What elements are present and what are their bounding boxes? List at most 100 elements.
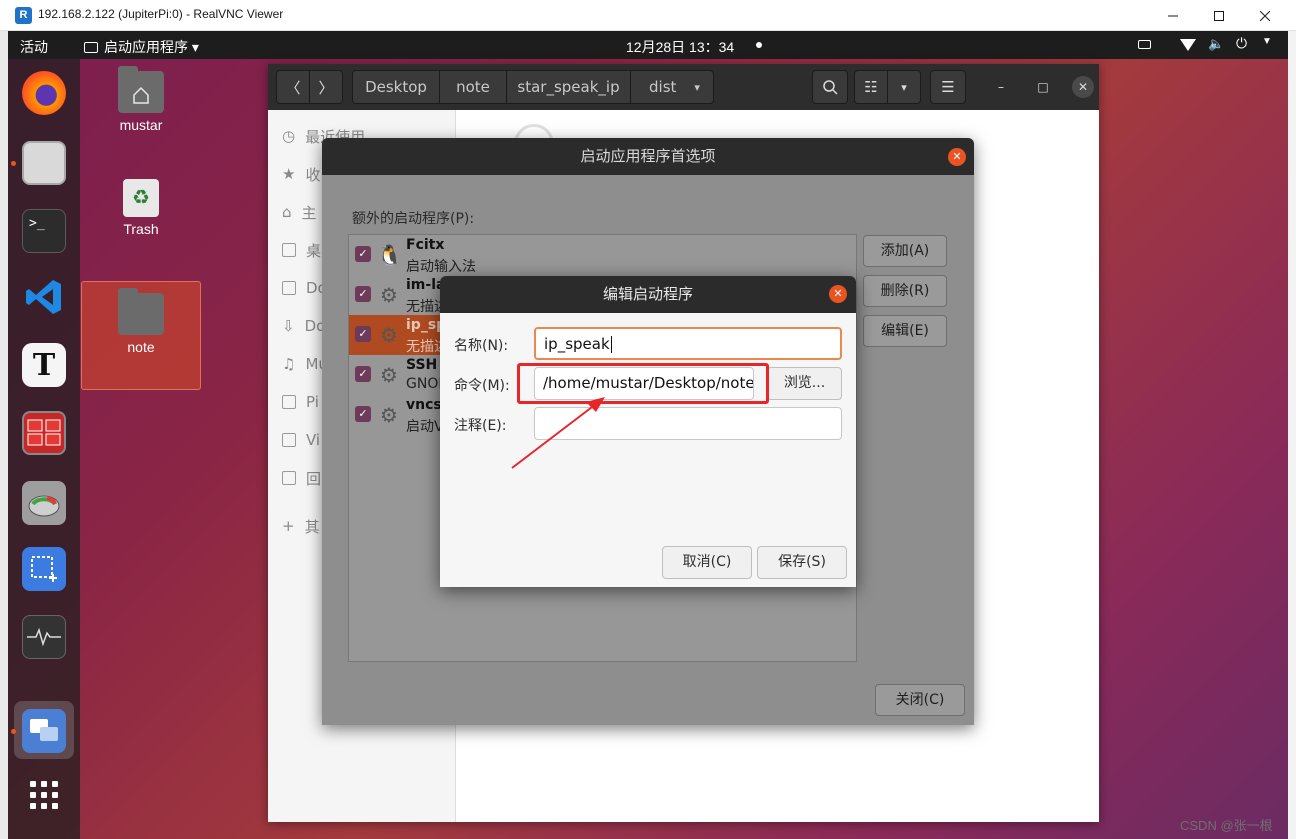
edit-close-button[interactable]: ✕ bbox=[829, 285, 847, 303]
downloads-icon: ⇩ bbox=[282, 317, 295, 335]
desktop-icon-note[interactable]: note bbox=[82, 288, 200, 355]
remote-desktop-icon[interactable] bbox=[22, 411, 66, 455]
music-icon: ♫ bbox=[282, 355, 296, 373]
close-icon: ✕ bbox=[1077, 80, 1089, 94]
activity-line bbox=[27, 627, 61, 647]
running-indicator bbox=[11, 161, 16, 166]
save-button[interactable]: 保存(S) bbox=[757, 546, 847, 579]
system-monitor-icon[interactable] bbox=[22, 615, 66, 659]
add-button[interactable]: 添加(A) bbox=[863, 235, 947, 267]
breadcrumb-dist[interactable]: dist ▾ bbox=[630, 70, 714, 104]
menu-button[interactable]: ☰ bbox=[930, 70, 966, 104]
breadcrumb-note[interactable]: note bbox=[439, 70, 507, 104]
files-headerbar: 〈 〉 Desktop note star_speak_ip dist ▾ ☷ … bbox=[268, 64, 1099, 110]
annotation-highlight-box bbox=[517, 363, 769, 404]
sidebar-item-label: 主 bbox=[301, 203, 317, 222]
name-field[interactable]: ip_speak bbox=[534, 327, 842, 360]
sidebar-item-other-locations[interactable]: + 其 bbox=[282, 516, 320, 536]
sidebar-item-trash[interactable]: 回 bbox=[282, 468, 321, 488]
apps-grid-icon[interactable] bbox=[22, 773, 66, 817]
sidebar-item-label: Pi bbox=[306, 393, 319, 411]
files-icon[interactable] bbox=[22, 141, 66, 185]
browse-button[interactable]: 浏览... bbox=[767, 367, 842, 400]
plus-icon: + bbox=[282, 517, 295, 535]
background-window-edge bbox=[0, 31, 8, 839]
app-menu[interactable]: 启动应用程序 ▾ bbox=[84, 37, 199, 57]
enable-checkbox[interactable]: ✓ bbox=[355, 326, 371, 342]
vnc-windows bbox=[30, 719, 58, 741]
back-button[interactable]: 〈 bbox=[276, 70, 310, 104]
typora-icon[interactable]: T bbox=[22, 343, 66, 387]
desktop-icon bbox=[282, 243, 296, 257]
desktop-icon-label: mustar bbox=[119, 117, 163, 133]
window-close-button[interactable]: ✕ bbox=[1072, 76, 1094, 98]
vnc-icon[interactable] bbox=[22, 709, 66, 753]
program-description: 启动V bbox=[406, 419, 444, 435]
sidebar-item-pictures[interactable]: Pi bbox=[282, 392, 319, 412]
selection-rect bbox=[31, 556, 57, 582]
window-maximize-button[interactable]: □ bbox=[1032, 76, 1054, 98]
remove-button[interactable]: 删除(R) bbox=[863, 275, 947, 307]
enable-checkbox[interactable]: ✓ bbox=[355, 286, 371, 302]
prefs-close-button[interactable]: ✕ bbox=[948, 148, 966, 166]
cancel-button[interactable]: 取消(C) bbox=[662, 546, 752, 579]
enable-checkbox[interactable]: ✓ bbox=[355, 366, 371, 382]
vnc-window-titlebar: R 192.168.2.122 (JupiterPi:0) - RealVNC … bbox=[0, 0, 1296, 31]
gears-icon: ⚙ bbox=[380, 403, 398, 427]
view-toggle-button[interactable]: ☷ bbox=[854, 70, 888, 104]
desktop-icon-label: note bbox=[127, 339, 155, 355]
view-options-button[interactable]: ▾ bbox=[887, 70, 921, 104]
trash-icon bbox=[282, 471, 296, 485]
name-field-value: ip_speak bbox=[544, 335, 610, 353]
enable-checkbox[interactable]: ✓ bbox=[355, 406, 371, 422]
search-button[interactable] bbox=[812, 70, 848, 104]
close-button[interactable] bbox=[1242, 0, 1288, 31]
power-icon[interactable]: ⏻ bbox=[1236, 35, 1247, 52]
gears-icon: ⚙ bbox=[380, 323, 398, 347]
sidebar-item-videos[interactable]: Vi bbox=[282, 430, 320, 450]
desktop-icon-trash[interactable]: ♻ Trash bbox=[82, 179, 200, 237]
keyboard-icon[interactable] bbox=[1138, 40, 1151, 49]
close-dialog-button[interactable]: 关闭(C) bbox=[875, 684, 965, 716]
vscode-icon[interactable] bbox=[22, 275, 66, 319]
comment-field[interactable] bbox=[534, 407, 842, 440]
sidebar-item-starred[interactable]: ★ 收 bbox=[282, 164, 320, 184]
home-folder-icon bbox=[118, 66, 164, 113]
chevron-down-icon: ▾ bbox=[694, 80, 700, 94]
hamburger-icon: ☰ bbox=[941, 78, 955, 96]
enable-checkbox[interactable]: ✓ bbox=[355, 246, 371, 262]
wifi-icon[interactable] bbox=[1180, 39, 1196, 51]
sidebar-item-documents[interactable]: Do bbox=[282, 278, 327, 298]
trash-icon: ♻ bbox=[123, 179, 159, 217]
remmina-screens bbox=[27, 419, 61, 446]
desktop-icon-label: Trash bbox=[123, 221, 159, 237]
breadcrumb-desktop[interactable]: Desktop bbox=[352, 70, 440, 104]
terminal-icon[interactable]: >_ bbox=[22, 209, 66, 253]
recent-icon: ◷ bbox=[282, 127, 296, 145]
edit-button[interactable]: 编辑(E) bbox=[863, 315, 947, 347]
sidebar-item-downloads[interactable]: ⇩ Do bbox=[282, 316, 325, 336]
maximize-button[interactable] bbox=[1196, 0, 1242, 31]
firefox-icon[interactable] bbox=[22, 71, 66, 115]
sidebar-item-desktop[interactable]: 桌 bbox=[282, 240, 321, 260]
breadcrumb-star-speak-ip[interactable]: star_speak_ip bbox=[506, 70, 631, 104]
desktop-icon-home[interactable]: mustar bbox=[82, 66, 200, 133]
close-icon bbox=[1260, 10, 1270, 21]
screenshot-icon[interactable] bbox=[22, 547, 66, 591]
documents-icon bbox=[282, 281, 296, 295]
chevron-down-icon[interactable]: ▼ bbox=[1262, 36, 1272, 47]
window-minimize-button[interactable]: – bbox=[990, 76, 1012, 98]
activities-button[interactable]: 活动 bbox=[20, 37, 48, 57]
list-item[interactable]: ✓ 🐧 Fcitx 启动输入法 bbox=[349, 235, 856, 275]
watermark: CSDN @张一根 bbox=[1180, 818, 1273, 833]
edit-dialog-title: 编辑启动程序 bbox=[440, 276, 856, 313]
clock[interactable]: 12月28日 13：34 bbox=[626, 37, 734, 57]
remote-desktop: 活动 启动应用程序 ▾ 12月28日 13：34 🔈 ⏻ ▼ >_ T must… bbox=[8, 31, 1288, 839]
sidebar-item-home[interactable]: ⌂ 主 bbox=[282, 202, 317, 222]
running-indicator bbox=[11, 729, 16, 734]
forward-button[interactable]: 〉 bbox=[309, 70, 343, 104]
volume-icon[interactable]: 🔈 bbox=[1208, 36, 1224, 52]
disk-usage-icon[interactable] bbox=[22, 481, 66, 525]
minimize-button[interactable] bbox=[1150, 0, 1196, 31]
text-caret bbox=[610, 336, 612, 353]
